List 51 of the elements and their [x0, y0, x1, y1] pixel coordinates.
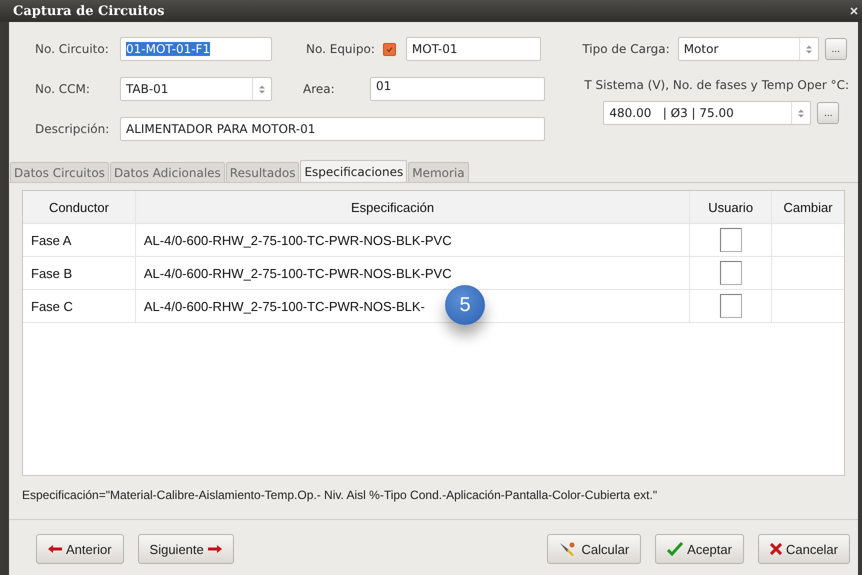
more-button[interactable]: ... — [817, 102, 840, 124]
table-cell: AL-4/0-600-RHW_2-75-100-TC-PWR-NOS-BLK-PVC — [136, 224, 690, 256]
window-title: Captura de Circuitos — [13, 4, 164, 18]
specification-note: Especificación="Material-Calibre-Aislamiento-Temp.Op.- Niv. Aisl %-Tipo Cond.-Aplicación-Pantalla-Color-Cubierta ext." — [22, 487, 658, 502]
input-field[interactable]: 01-MOT-01-F1 — [120, 37, 272, 61]
table-cell: Fase B — [23, 257, 136, 289]
calculate-button[interactable]: Calcular — [547, 534, 642, 564]
left-arrow-icon — [48, 545, 62, 553]
next-button[interactable]: Siguiente — [138, 534, 234, 564]
accept-button[interactable]: Aceptar — [655, 534, 744, 564]
input-field[interactable]: MOT-01 — [406, 37, 541, 61]
tab[interactable]: Resultados — [226, 162, 300, 182]
column-header: Cambiar — [782, 198, 834, 216]
dropdown[interactable]: TAB-01 — [120, 77, 272, 101]
field-label: No. CCM: — [34, 82, 91, 96]
spinner-icon[interactable] — [806, 44, 812, 54]
spinner-icon[interactable] — [798, 108, 804, 118]
column-header: Especificación — [136, 191, 690, 223]
table-cell: Fase C — [23, 290, 136, 322]
right-arrow-icon — [208, 545, 222, 553]
close-icon[interactable] — [850, 7, 858, 15]
dropdown[interactable]: Motor — [678, 37, 819, 61]
cancel-button[interactable]: Cancelar — [758, 534, 850, 564]
column-header: Conductor — [23, 191, 136, 223]
table-cell: Fase A — [23, 224, 136, 256]
tab[interactable]: Especificaciones — [300, 160, 408, 182]
previous-button[interactable]: Anterior — [36, 534, 124, 564]
checkmark-icon — [667, 542, 684, 556]
field-label: T Sistema (V), No. de fases y Temp Oper °C: — [584, 78, 849, 92]
tab[interactable]: Datos Adicionales — [110, 162, 225, 182]
field-label: Area: — [303, 82, 336, 96]
field-label: No. Circuito: — [34, 42, 110, 56]
more-button[interactable]: ... — [824, 38, 847, 60]
checkbox[interactable] — [720, 261, 742, 285]
field-label: No. Equipo: — [306, 42, 375, 56]
field-label: Descripción: — [34, 122, 110, 136]
spinner-icon[interactable] — [259, 84, 265, 94]
dropdown[interactable]: 480.00 | Ø3 | 75.00 — [603, 101, 812, 125]
checkbox[interactable] — [720, 228, 742, 252]
column-header: Usuario — [690, 191, 772, 223]
tools-icon — [559, 541, 578, 557]
input-field[interactable]: 01 — [370, 77, 545, 101]
tab[interactable]: Memoria — [408, 162, 469, 182]
cross-icon — [770, 543, 782, 555]
checkbox[interactable] — [720, 294, 742, 318]
tab[interactable]: Datos Circuitos — [10, 162, 109, 182]
field-label: Tipo de Carga: — [582, 42, 670, 56]
input-field[interactable]: ALIMENTADOR PARA MOTOR-01 — [120, 117, 545, 141]
step-badge: 5 — [445, 285, 485, 325]
check-icon — [386, 46, 393, 52]
checkbox[interactable] — [382, 42, 396, 56]
